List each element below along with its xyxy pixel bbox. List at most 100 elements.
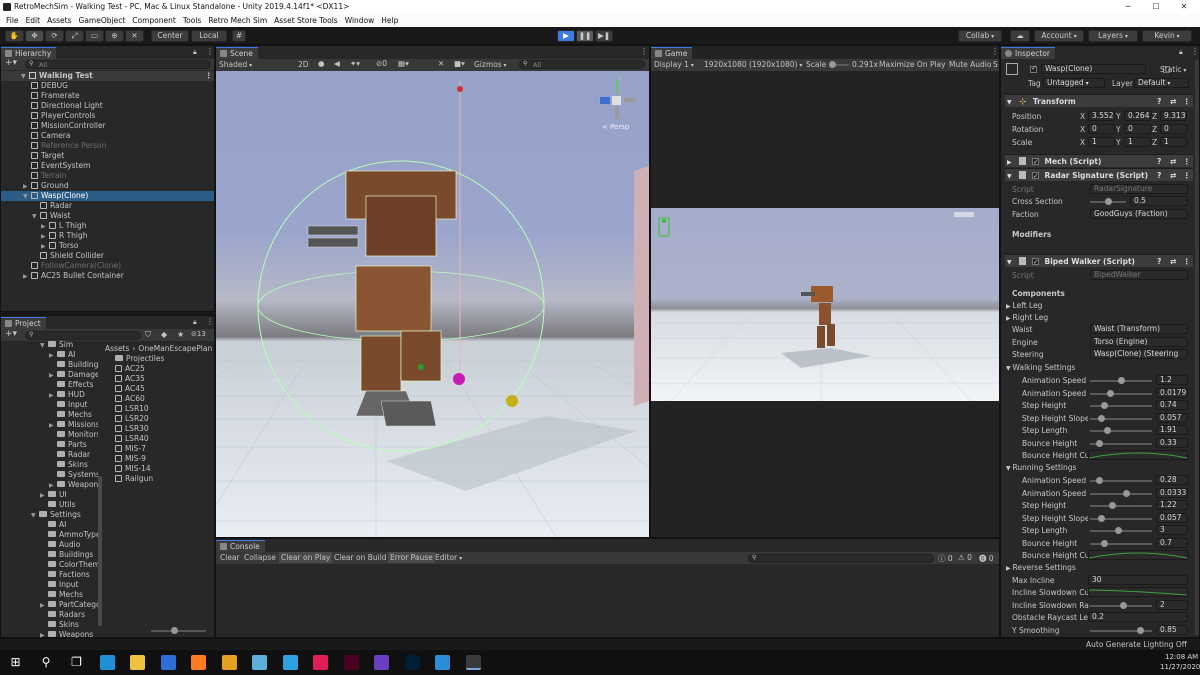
favorite-icon[interactable]: ★ (177, 330, 184, 339)
console-error-pause-button[interactable]: Error Pause (388, 552, 435, 563)
hierarchy-item[interactable]: Reference Person (1, 141, 214, 151)
kebab-menu-icon[interactable]: ⋮ (206, 317, 214, 326)
file-explorer-icon[interactable] (130, 655, 145, 670)
project-asset[interactable]: LSR40 (115, 434, 149, 444)
indesign-icon[interactable] (343, 655, 359, 670)
walking-setting-slider[interactable] (1090, 439, 1152, 447)
console-clear-on-play-button[interactable]: Clear on Play (279, 552, 333, 563)
target-marker[interactable] (457, 86, 463, 92)
project-folder[interactable]: ▼ Sim (1, 340, 98, 350)
foldout-arrow-icon[interactable]: ▶ (49, 421, 57, 430)
phone-icon[interactable] (282, 655, 298, 670)
component-menu-icon[interactable]: ⋮ (1183, 255, 1191, 268)
preset-icon[interactable]: ⇄ (1170, 169, 1176, 182)
lock-icon[interactable]: 🔒︎ (193, 48, 197, 57)
slider-knob[interactable] (1123, 489, 1130, 497)
running-settings-foldout[interactable]: ▼ Running Settings (1006, 463, 1076, 472)
foldout-arrow-icon[interactable]: ▼ (31, 511, 39, 520)
running-setting-slider[interactable] (1090, 502, 1152, 509)
slider-knob[interactable] (1109, 502, 1116, 509)
close-button[interactable]: ✕ (1170, 0, 1198, 14)
menu-component[interactable]: Component (132, 14, 176, 27)
project-asset[interactable]: MIS-14 (115, 464, 151, 474)
transform-y-field[interactable]: 0.2643 (1124, 111, 1151, 121)
stats-toggle[interactable]: S (993, 60, 998, 69)
project-folder[interactable]: ▶ Missions (1, 420, 98, 430)
hierarchy-item[interactable]: ▶ Torso (1, 241, 214, 251)
project-asset[interactable]: MIS-7 (115, 444, 146, 454)
transform-z-field[interactable]: 0 (1160, 124, 1187, 134)
running-setting-field[interactable]: 3 (1156, 525, 1188, 535)
account-dropdown[interactable]: Account (1034, 30, 1084, 42)
slider-knob[interactable] (1098, 414, 1105, 422)
menu-assets[interactable]: Assets (47, 14, 71, 27)
project-folder[interactable]: ▶ PartCategories (1, 600, 98, 610)
walking-setting-field[interactable]: 1.91 (1156, 425, 1188, 435)
project-folder[interactable]: Input (1, 400, 98, 410)
audio-toggle-icon[interactable]: ◀ (334, 59, 340, 68)
tools-icon[interactable]: ✕ (438, 59, 444, 68)
project-folder[interactable]: Audio (1, 540, 98, 550)
menu-retro-mech-sim[interactable]: Retro Mech Sim (208, 14, 267, 27)
firefox-icon[interactable] (191, 655, 206, 670)
pivot-center-button[interactable]: Center (151, 30, 189, 42)
hierarchy-item[interactable]: FollowCamera(Clone) (1, 261, 214, 271)
visual-studio-icon[interactable] (374, 655, 389, 670)
faction-field[interactable]: GoodGuys (Faction) (1090, 209, 1188, 219)
reverse-settings-foldout[interactable]: ▶ Reverse Settings (1006, 563, 1076, 572)
tab-inspector[interactable]: Inspector (1001, 47, 1055, 59)
layers-dropdown[interactable]: Layers (1088, 30, 1138, 42)
filter-label-icon[interactable]: ◆ (161, 330, 167, 339)
add-icon[interactable]: +▾ (5, 329, 17, 339)
mech-enabled-checkbox[interactable] (1031, 156, 1039, 169)
tab-scene[interactable]: Scene (216, 47, 258, 59)
hierarchy-item[interactable]: Camera (1, 131, 214, 141)
hierarchy-item[interactable]: Shield Collider (1, 251, 214, 261)
foldout-arrow-icon[interactable]: ▶ (49, 391, 57, 400)
project-folder[interactable]: ▶ UI (1, 490, 98, 500)
custom-tool-button[interactable]: ✕ (125, 30, 144, 42)
help-icon[interactable]: ? (1157, 169, 1161, 182)
project-folder[interactable]: ▶ HUD (1, 390, 98, 400)
mech-model[interactable] (307, 170, 457, 427)
project-folder[interactable]: ▼ Settings (1, 510, 98, 520)
transform-x-field[interactable]: 0 (1088, 124, 1115, 134)
slack-icon[interactable] (313, 655, 328, 670)
y-smoothing-field[interactable]: 0.85 (1156, 625, 1188, 635)
hierarchy-item[interactable]: ▼ Wasp(Clone) (1, 191, 214, 201)
task-view-icon[interactable]: ❐ (69, 655, 84, 670)
running-setting-slider[interactable] (1090, 539, 1152, 547)
windows-icon[interactable]: ⊞ (8, 655, 23, 670)
transform-x-field[interactable]: 3.5524 (1088, 111, 1115, 121)
blender-icon[interactable] (221, 655, 237, 670)
slider-knob[interactable] (1098, 514, 1105, 522)
hierarchy-item[interactable]: MissionController (1, 121, 214, 131)
collab-dropdown[interactable]: Collab (958, 30, 1002, 42)
transform-tool-button[interactable]: ⊕ (105, 30, 124, 42)
console-warning-count[interactable]: ⚠ 0 (958, 553, 972, 562)
pause-button[interactable]: ❚❚ (576, 30, 594, 42)
biped-enabled-checkbox[interactable] (1031, 256, 1039, 269)
foldout-arrow-icon[interactable]: ▶ (40, 601, 48, 610)
slider-knob[interactable] (1101, 402, 1108, 409)
engine-field[interactable]: Torso (Engine) (1090, 337, 1188, 347)
project-folder[interactable]: Mechs (1, 410, 98, 420)
hierarchy-item[interactable]: Framerate (1, 91, 214, 101)
cross-section-field[interactable]: 0.5 (1130, 196, 1188, 206)
project-folder[interactable]: Systems (1, 470, 98, 480)
console-collapse-button[interactable]: Collapse (244, 553, 276, 562)
rotate-tool-button[interactable]: ⟳ (45, 30, 64, 42)
running-setting-field[interactable]: 0.7 (1156, 537, 1188, 548)
running-setting-field[interactable]: 0.0333 (1156, 487, 1188, 498)
mech-script-header[interactable]: ▶ Mech (Script) ? ⇄ ⋮ (1005, 154, 1193, 169)
project-tree-scrollbar[interactable] (98, 476, 102, 626)
hierarchy-item[interactable]: EventSystem (1, 161, 214, 171)
preset-icon[interactable]: ⇄ (1170, 255, 1176, 268)
project-folder[interactable]: Radars (1, 610, 98, 620)
photoshop-icon[interactable] (404, 655, 420, 670)
foldout-arrow-icon[interactable]: ▶ (23, 272, 31, 282)
walking-setting-slider[interactable] (1090, 402, 1152, 409)
walking-setting-field[interactable]: 0.0179 (1156, 387, 1188, 398)
console-error-count[interactable]: ⓿ 0 (979, 553, 994, 564)
project-asset[interactable]: LSR30 (115, 424, 149, 434)
